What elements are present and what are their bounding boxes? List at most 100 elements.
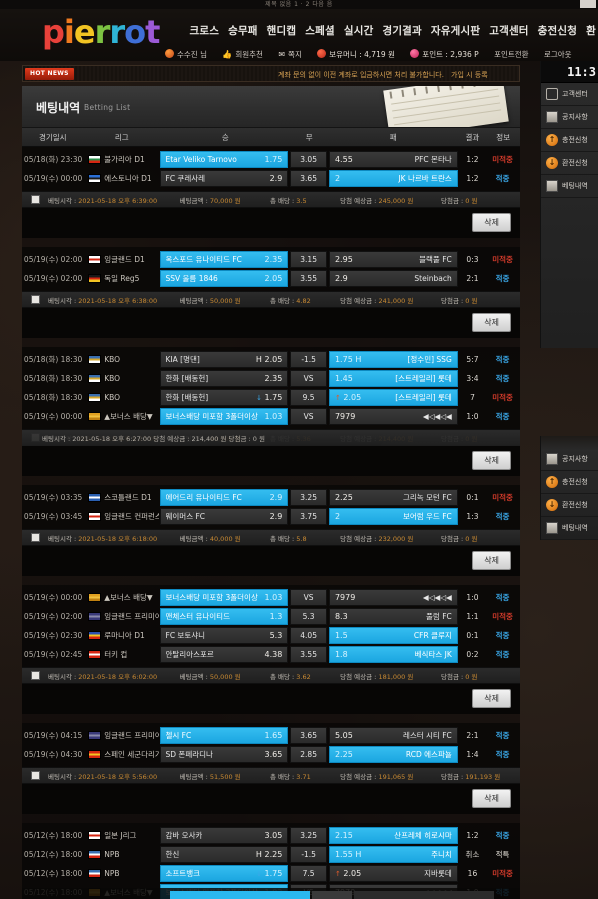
odd-draw-button[interactable]: VS: [290, 589, 327, 606]
odd-draw-button[interactable]: 7.5: [290, 865, 327, 882]
delete-button[interactable]: 삭제: [472, 313, 511, 332]
odd-draw-button[interactable]: 3.75: [290, 508, 327, 525]
nav-item-1[interactable]: 승무패: [228, 25, 258, 37]
odd-away-button[interactable]: 1.55 H 주니치: [328, 846, 458, 863]
odd-home-button[interactable]: FC 보토샤니 5.3: [159, 627, 289, 644]
odd-draw-button[interactable]: 4.05: [290, 627, 327, 644]
odd-home-button[interactable]: 한신 H 2.25: [159, 846, 289, 863]
odd-away-button[interactable]: ↑ 2.05 [스트레일리] 롯데: [328, 389, 458, 406]
odd-away-button[interactable]: 2 보어럼 우드 FC: [328, 508, 458, 525]
slip-checkbox[interactable]: [31, 771, 40, 780]
message-item[interactable]: ✉ 쪽지: [278, 49, 302, 60]
nav-item-6[interactable]: 자유게시판: [431, 25, 480, 37]
delete-button[interactable]: 삭제: [472, 551, 511, 570]
odd-away-button[interactable]: 1.5 CFR 클루지: [328, 627, 458, 644]
odd-home-button[interactable]: FC 쿠레사레 2.9: [159, 170, 289, 187]
odd-draw-button[interactable]: 3.55: [290, 646, 327, 663]
team-name: Etar Veliko Tarnovo: [165, 155, 237, 164]
point-transfer-link[interactable]: 포인트전환: [494, 49, 529, 60]
odd-home-button[interactable]: 소프트뱅크 ↓ 1.75: [159, 865, 289, 882]
point-item[interactable]: 포인트 : 2,936 P: [410, 49, 479, 60]
odd-home-button[interactable]: 보너스배당 미포함 3폴더이상 1.03: [159, 589, 289, 606]
nav-item-7[interactable]: 고객센터: [489, 25, 528, 37]
sidebar-item-2[interactable]: ↑ 충전신청: [541, 129, 598, 152]
site-logo[interactable]: pierrot: [42, 13, 160, 51]
sidebar-item-2[interactable]: ↑ 충전신청: [541, 471, 598, 494]
browser-window-controls[interactable]: [580, 0, 596, 8]
odd-away-button[interactable]: ↑ 2.05 지바롯데: [328, 865, 458, 882]
delete-button[interactable]: 삭제: [472, 213, 511, 232]
sidebar-item-4[interactable]: 베팅내역: [541, 517, 598, 540]
delete-button[interactable]: 삭제: [472, 689, 511, 708]
league-cell: 일본 J리그: [83, 830, 158, 841]
odd-draw-button[interactable]: 3.15: [290, 251, 327, 268]
odd-away-button[interactable]: 7979 ◀◁◀◁◀: [328, 589, 458, 606]
nav-item-2[interactable]: 핸디캡: [267, 25, 297, 37]
odd-draw-button[interactable]: 2.85: [290, 746, 327, 763]
odd-draw-button[interactable]: 3.65: [290, 170, 327, 187]
odd-draw-button[interactable]: 5.3: [290, 608, 327, 625]
odd-draw-button[interactable]: 3.05: [290, 151, 327, 168]
odd-away-button[interactable]: 1.8 베식타스 JK: [328, 646, 458, 663]
odd-away-button[interactable]: 2 JK 나르바 트란스: [328, 170, 458, 187]
nav-item-5[interactable]: 경기결과: [382, 25, 421, 37]
sidebar-item-1[interactable]: 공지사항: [541, 106, 598, 129]
delete-button[interactable]: 삭제: [472, 451, 511, 470]
match-datetime: 05/19(수) 02:30: [23, 631, 83, 640]
money-item[interactable]: 보유머니 : 4,719 원: [317, 49, 395, 60]
odd-draw-button[interactable]: -1.5: [290, 846, 327, 863]
delete-button[interactable]: 삭제: [472, 789, 511, 808]
nav-item-9[interactable]: 환: [586, 25, 596, 37]
odd-away-button[interactable]: 1.75 H [정수민] SSG: [328, 351, 458, 368]
sidebar-item-1[interactable]: 공지사항: [541, 448, 598, 471]
sidebar-item-3[interactable]: ↓ 환전신청: [541, 494, 598, 517]
odd-away-button[interactable]: 2.15 산프레체 히로시마: [328, 827, 458, 844]
odd-home-button[interactable]: SD 폰페라디나 3.65: [159, 746, 289, 763]
slip-checkbox[interactable]: [31, 295, 40, 304]
sidebar-item-3[interactable]: ↓ 환전신청: [541, 152, 598, 175]
odd-home-button[interactable]: SSV 울름 1846 2.05: [159, 270, 289, 287]
odd-away-button[interactable]: 8.3 풀럼 FC: [328, 608, 458, 625]
odd-draw-button[interactable]: 3.25: [290, 489, 327, 506]
odd-away-button[interactable]: 7979 ◀◁◀◁◀: [328, 408, 458, 425]
nav-item-8[interactable]: 충전신청: [538, 25, 577, 37]
odd-away-button[interactable]: 5.05 레스터 시티 FC: [328, 727, 458, 744]
user-nickname-item[interactable]: 수수진 님: [165, 49, 207, 60]
slip-checkbox[interactable]: [31, 533, 40, 542]
odd-away-button[interactable]: 2.95 블랙풀 FC: [328, 251, 458, 268]
match-datetime: 05/12(수) 18:00: [23, 869, 83, 878]
odd-away-button[interactable]: 4.55 PFC 몬타나: [328, 151, 458, 168]
sidebar-item-4[interactable]: 베팅내역: [541, 175, 598, 198]
odd-home-button[interactable]: KIA [명댄] H 2.05: [159, 351, 289, 368]
odd-home-button[interactable]: 에어드리 유나이티드 FC 2.9: [159, 489, 289, 506]
odd-home-button[interactable]: 감바 오사카 3.05: [159, 827, 289, 844]
odd-away-button[interactable]: 2.25 그리녹 모턴 FC: [328, 489, 458, 506]
odd-draw-button[interactable]: 3.65: [290, 727, 327, 744]
odd-away-button[interactable]: 2.25 RCD 에스파뇰: [328, 746, 458, 763]
sidebar-item-0[interactable]: 고객센터: [541, 83, 598, 106]
slip-checkbox[interactable]: [31, 195, 40, 204]
odd-away-button[interactable]: 2.9 Steinbach: [328, 270, 458, 287]
recommend-item[interactable]: 👍 회원추천: [222, 49, 263, 60]
odd-draw-button[interactable]: VS: [290, 370, 327, 387]
slip-checkbox[interactable]: [31, 671, 40, 680]
nav-item-0[interactable]: 크로스: [189, 25, 219, 37]
odd-home-button[interactable]: 안탈리아스포르 4.38: [159, 646, 289, 663]
odd-home-button[interactable]: 한화 [배동헌] 2.35: [159, 370, 289, 387]
nav-item-4[interactable]: 실시간: [344, 25, 374, 37]
nav-item-3[interactable]: 스페셜: [305, 25, 335, 37]
odd-away-button[interactable]: 1.45 [스트레일리] 롯데: [328, 370, 458, 387]
odd-home-button[interactable]: 옥스포드 유나이티드 FC 2.35: [159, 251, 289, 268]
odd-draw-button[interactable]: 3.55: [290, 270, 327, 287]
odd-draw-button[interactable]: -1.5: [290, 351, 327, 368]
odd-home-button[interactable]: 첼시 FC 1.65: [159, 727, 289, 744]
odd-home-button[interactable]: Etar Veliko Tarnovo 1.75: [159, 151, 289, 168]
odd-draw-button[interactable]: 9.5: [290, 389, 327, 406]
logout-link[interactable]: 로그아웃: [544, 49, 572, 60]
odd-home-button[interactable]: 보너스배당 미포함 3폴더이상 1.03: [159, 408, 289, 425]
odd-draw-button[interactable]: 3.25: [290, 827, 327, 844]
odd-home-button[interactable]: 한화 [배동헌] ↓ 1.75: [159, 389, 289, 406]
odd-draw-button[interactable]: VS: [290, 408, 327, 425]
odd-home-button[interactable]: 맨체스터 유나이티드 1.3: [159, 608, 289, 625]
odd-home-button[interactable]: 웨이머스 FC 2.9: [159, 508, 289, 525]
